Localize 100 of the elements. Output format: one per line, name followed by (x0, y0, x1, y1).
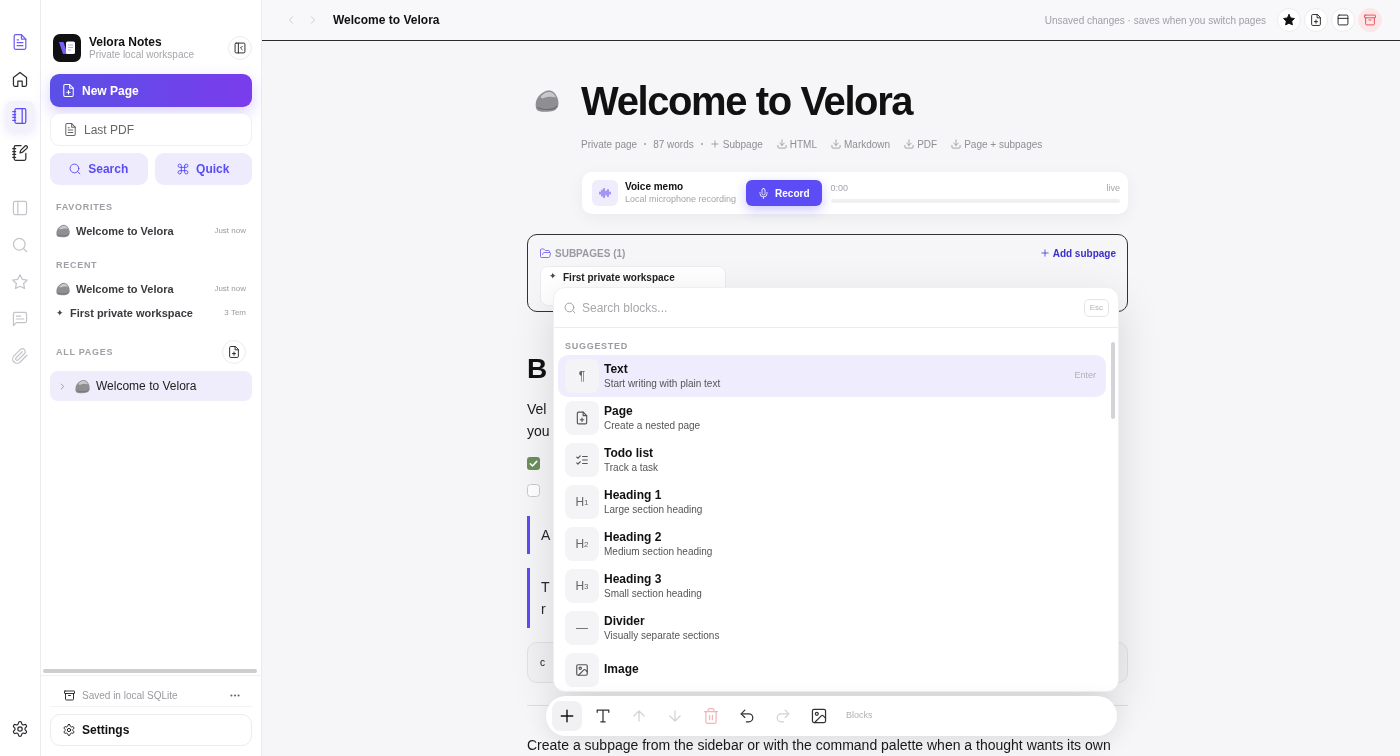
quote-text: T (541, 578, 550, 597)
sidebar-icon (12, 200, 28, 216)
scrollbar[interactable] (1111, 342, 1115, 419)
home-icon (12, 71, 28, 87)
document-icon (64, 123, 77, 136)
rock-icon (535, 89, 559, 113)
download-icon (951, 139, 962, 149)
layout-button[interactable] (1331, 8, 1355, 32)
add-page-button[interactable] (222, 340, 246, 364)
comment-icon (12, 311, 28, 327)
search-button[interactable]: Search (50, 153, 148, 185)
download-icon (831, 139, 841, 149)
new-page-button[interactable]: New Page (50, 74, 252, 107)
file-plus-icon (62, 84, 75, 97)
page-meta: Private page (581, 137, 638, 152)
block-option[interactable]: ¶ Text Start writing with plain text Enter (558, 355, 1106, 397)
paragraph-text: you (527, 422, 550, 441)
page-meta: 87 words (653, 137, 694, 152)
download-icon (776, 139, 787, 149)
app-logo (53, 34, 81, 62)
plus-icon (1039, 248, 1050, 258)
collapse-sidebar-button[interactable] (228, 36, 252, 60)
archive-button[interactable] (1358, 8, 1382, 32)
settings-button[interactable]: Settings (50, 714, 252, 746)
scrollbar[interactable] (43, 669, 257, 673)
voice-memo-title: Voice memo (625, 181, 685, 194)
section-label: FAVORITES (55, 201, 114, 213)
block-option[interactable]: Page Create a nested page (558, 397, 1106, 439)
page-link[interactable]: First private workspace (70, 304, 225, 322)
page-link[interactable]: Welcome to Velora (76, 280, 215, 298)
settings-icon (12, 721, 28, 737)
block-option[interactable]: Image (558, 649, 1106, 691)
section-label: SUGGESTED (564, 340, 629, 352)
download-icon (904, 139, 915, 149)
notebook-button[interactable] (5, 101, 35, 131)
layout-icon (1337, 14, 1349, 26)
archive-icon (64, 689, 75, 701)
checklist-icon (565, 443, 599, 477)
add-subpage-link[interactable]: Add subpage (1039, 245, 1116, 261)
rock-icon (75, 378, 90, 394)
new-subpage-button[interactable] (1304, 8, 1328, 32)
heading-text: B (527, 353, 548, 385)
star-icon (12, 274, 28, 290)
page-tree-item[interactable]: Welcome to Velora (50, 371, 252, 401)
section-label: ALL PAGES (55, 346, 115, 358)
note-edit-icon (12, 145, 28, 161)
add-block-button[interactable] (552, 701, 582, 731)
panel-collapse-icon (234, 42, 246, 54)
quick-button[interactable]: Quick (154, 153, 252, 185)
folder-icon (540, 247, 551, 259)
quote-text: A (541, 526, 551, 545)
search-icon (564, 301, 576, 314)
image-icon (565, 653, 599, 687)
child-page-title[interactable]: First private workspace (563, 272, 675, 284)
workspace-subtitle: Private local workspace (89, 49, 196, 62)
sparkle-icon: ✦ (56, 308, 64, 318)
search-icon (12, 237, 28, 253)
document-icon (12, 34, 28, 50)
section-label: RECENT (55, 259, 99, 271)
page-heading: Welcome to Velora (581, 80, 913, 122)
toolbar-label: Blocks (846, 709, 873, 723)
page-link[interactable]: Welcome to Velora (76, 222, 215, 240)
paperclip-icon (12, 348, 28, 364)
favorite-button[interactable] (1277, 8, 1301, 32)
settings-icon (63, 724, 75, 736)
command-key-icon (177, 163, 190, 175)
timestamp: Just now (214, 225, 246, 237)
dash-icon: — (565, 611, 599, 645)
callout-text: c (540, 656, 545, 670)
checkbox[interactable] (527, 484, 540, 497)
section-label: SUBPAGES (1) (555, 246, 626, 261)
checkbox[interactable] (527, 457, 540, 470)
archive-icon (1364, 14, 1376, 26)
page-title: Welcome to Velora (333, 12, 440, 29)
save-status: Unsaved changes · saves when you switch pages (1044, 13, 1266, 28)
rock-icon (56, 224, 70, 238)
pilcrow-icon: ¶ (565, 359, 599, 393)
recording-time: 0:00 (830, 183, 849, 194)
search-field[interactable]: Search blocks... (582, 297, 1084, 318)
recording-mode: live (1106, 183, 1120, 194)
file-plus-icon (565, 401, 599, 435)
key-hint: Esc (1083, 298, 1109, 317)
notebook-icon (12, 108, 28, 124)
last-pdf-button[interactable]: Last PDF (50, 113, 252, 146)
block-option[interactable]: — Divider Visually separate sections (558, 607, 1106, 649)
waveform-icon (592, 180, 618, 206)
file-plus-icon (1310, 14, 1322, 26)
timestamp: Just now (214, 283, 246, 295)
rock-icon (56, 282, 70, 296)
file-plus-icon (228, 346, 240, 358)
timestamp: 3 Tem (224, 307, 246, 319)
paragraph-text: Create a subpage from the sidebar or with the command palette when a thought wants its own (527, 737, 1111, 753)
app-name: Velora Notes (89, 34, 163, 50)
voice-memo-subtitle: Local microphone recording (625, 193, 737, 205)
sparkle-icon: ✦ (549, 272, 557, 281)
plus-icon (709, 139, 720, 149)
block-option[interactable]: Todo list Track a task (558, 439, 1106, 481)
record-button[interactable]: Record (746, 180, 822, 206)
more-icon[interactable] (230, 693, 240, 697)
paragraph-text: Vel (527, 400, 547, 419)
